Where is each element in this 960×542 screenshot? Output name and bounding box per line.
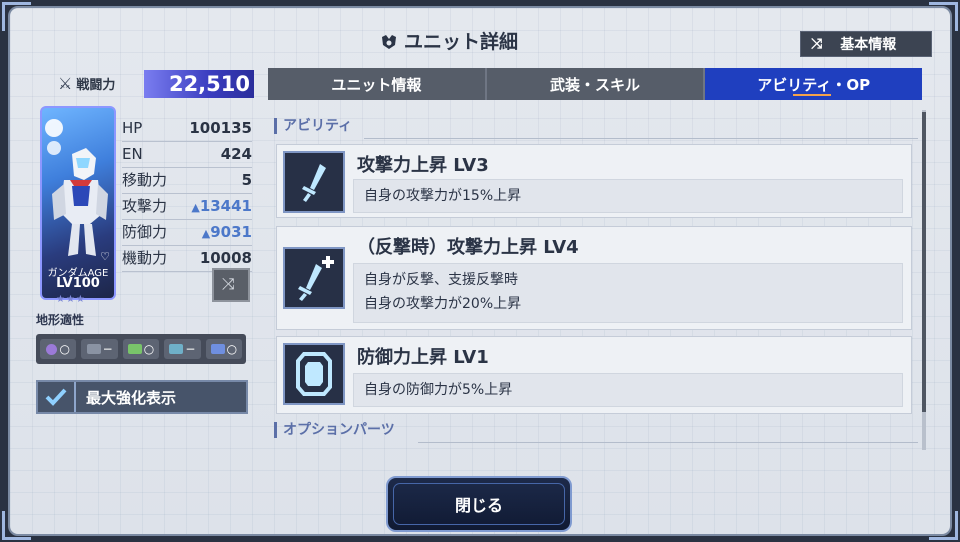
stat-value: 13441: [199, 197, 252, 215]
ability-desc-line: 自身の攻撃力が15%上昇: [364, 188, 522, 204]
page-title-text: ユニット詳細: [404, 31, 519, 53]
stat-row-hp: HP 100135: [122, 116, 252, 142]
ability-name: （反撃時）攻撃力上昇 LV4: [357, 237, 579, 258]
terrain-label: 地形適性: [36, 313, 85, 327]
stat-row-attack: 攻撃力 ▲13441: [122, 194, 252, 220]
corner-decoration: [2, 511, 31, 540]
shuffle-icon: ⤨: [222, 274, 235, 293]
ability-description: 自身が反撃、支援反撃時 自身の攻撃力が20%上昇: [353, 263, 903, 323]
stat-row-en: EN 424: [122, 142, 252, 168]
max-enhance-label: 最大強化表示: [86, 388, 177, 407]
power-label: ⚔ 戦闘力: [58, 74, 115, 93]
ability-icon-frame: [283, 247, 345, 309]
terrain-rank: ○: [59, 342, 70, 356]
swap-unit-button[interactable]: ⤨: [212, 268, 250, 302]
basic-info-button[interactable]: ⤨ 基本情報: [800, 31, 932, 57]
page-title: ユニット詳細: [380, 28, 518, 56]
checkmark-icon: [38, 382, 76, 412]
terrain-rank: −: [185, 342, 196, 356]
stat-value-boosted: ▲9031: [202, 220, 252, 245]
power-label-text: 戦闘力: [76, 78, 116, 93]
ability-desc-line: 自身の攻撃力が20%上昇: [364, 296, 522, 312]
tab-unit-info[interactable]: ユニット情報: [268, 68, 487, 100]
unit-portrait-card[interactable]: ♡ ガンダムAGE LV100: [40, 106, 116, 300]
ability-description: 自身の攻撃力が15%上昇: [353, 179, 903, 213]
tab-ability-op[interactable]: アビリティ・OP: [705, 68, 923, 100]
corner-decoration: [929, 2, 958, 31]
city-icon: [210, 344, 225, 354]
close-button[interactable]: 閉じる: [386, 476, 572, 532]
stat-list: HP 100135 EN 424 移動力 5 攻撃力 ▲13441 防御力 ▲9…: [122, 116, 252, 272]
ability-card[interactable]: （反撃時）攻撃力上昇 LV4 自身が反撃、支援反撃時 自身の攻撃力が20%上昇: [276, 226, 912, 330]
ground-icon: [127, 344, 142, 354]
tab-weapons-skills[interactable]: 武装・スキル: [487, 68, 706, 100]
ability-description: 自身の防御力が5%上昇: [353, 373, 903, 407]
ability-icon-frame: [283, 151, 345, 213]
crossed-swords-icon: ⚔: [58, 74, 73, 93]
shield-icon: [296, 352, 332, 396]
stat-label: HP: [122, 119, 143, 137]
tab-bar: ユニット情報 武装・スキル アビリティ・OP: [268, 68, 923, 100]
sword-icon: [302, 164, 326, 202]
ability-card[interactable]: 防御力上昇 LV1 自身の防御力が5%上昇: [276, 336, 912, 414]
ability-card[interactable]: 攻撃力上昇 LV3 自身の攻撃力が15%上昇: [276, 144, 912, 218]
close-label: 閉じる: [454, 496, 503, 515]
ability-name: 防御力上昇 LV1: [357, 347, 489, 368]
stat-row-move: 移動力 5: [122, 168, 252, 194]
boost-arrow-icon: ▲: [201, 227, 211, 240]
air-icon: [86, 344, 101, 354]
space-icon: [46, 343, 58, 355]
scrollbar-thumb[interactable]: [922, 112, 926, 412]
terrain-chip-ground: ○: [122, 339, 160, 359]
stat-value-boosted: ▲13441: [191, 194, 252, 219]
stat-label: 移動力: [122, 171, 168, 189]
favorite-heart-icon[interactable]: ♡: [100, 250, 110, 263]
corner-decoration: [929, 511, 958, 540]
terrain-rank: ○: [143, 342, 155, 356]
water-icon: [169, 344, 184, 354]
terrain-chip-water: −: [164, 339, 201, 359]
terrain-chip-air: −: [81, 339, 118, 359]
basic-info-label: 基本情報: [840, 37, 897, 53]
ability-panel: アビリティ 攻撃力上昇 LV3 自身の攻撃力が15%上昇 （反撃時）攻撃力上昇 …: [268, 108, 928, 456]
unit-level: LV100: [56, 276, 100, 291]
unit-rarity-stars: ★★★: [56, 294, 86, 305]
stat-value: 5: [241, 171, 252, 189]
boost-arrow-icon: ▲: [191, 201, 200, 214]
sword-plus-icon: [298, 256, 334, 301]
terrain-chip-city: ○: [205, 339, 243, 359]
ability-section-title: アビリティ: [274, 118, 352, 134]
stat-value: 100135: [189, 119, 252, 137]
ability-name: 攻撃力上昇 LV3: [357, 155, 489, 176]
stat-row-defense: 防御力 ▲9031: [122, 220, 252, 246]
ability-desc-line: 自身が反撃、支援反撃時: [364, 272, 518, 288]
shuffle-icon: ⤨: [811, 36, 823, 52]
divider: [364, 138, 918, 139]
terrain-rank: ○: [226, 342, 238, 356]
unit-portrait-image: [45, 119, 108, 256]
terrain-aptitude-row: ○ − ○ − ○: [36, 334, 246, 364]
terrain-rank: −: [102, 342, 113, 356]
stat-label: 攻撃力: [122, 197, 168, 215]
max-enhance-toggle[interactable]: 最大強化表示: [36, 380, 248, 414]
unit-emblem-icon: [382, 35, 396, 49]
terrain-chip-space: ○: [40, 339, 77, 359]
stat-label: EN: [122, 145, 143, 163]
corner-decoration: [2, 2, 31, 31]
stat-value: 424: [220, 145, 252, 163]
ability-icon-frame: [283, 343, 345, 405]
stat-label: 機動力: [122, 249, 168, 267]
option-parts-section-title: オプションパーツ: [274, 422, 395, 438]
ability-desc-line: 自身の防御力が5%上昇: [364, 382, 513, 398]
power-value: 22,510: [144, 70, 254, 98]
stat-label: 防御力: [122, 223, 168, 241]
stat-value: 9031: [210, 223, 252, 241]
divider: [418, 442, 918, 443]
